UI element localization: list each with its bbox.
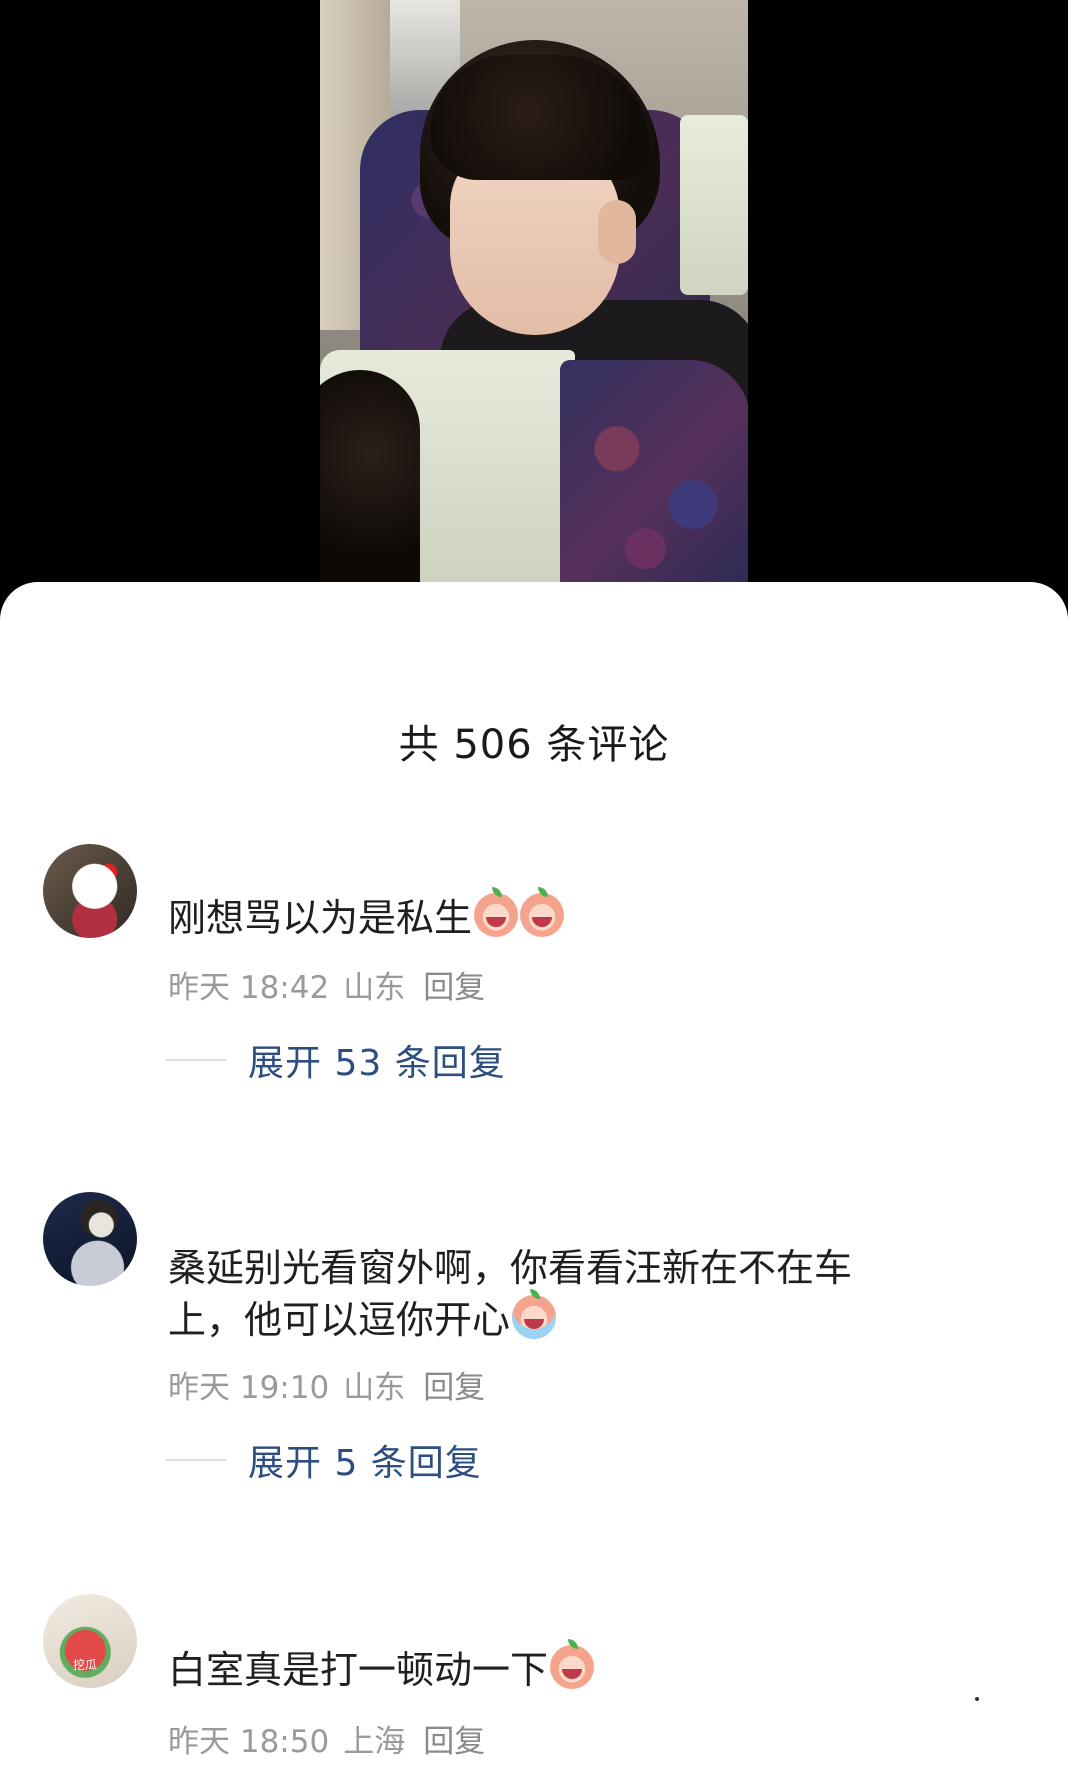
crying-peach-emoji xyxy=(520,887,565,937)
comment-body-line-2: 上，他可以逗你开心 xyxy=(168,1289,948,1346)
expand-replies-button[interactable]: 展开 53 条回复 xyxy=(166,1034,506,1086)
video-player[interactable] xyxy=(0,0,1068,600)
angry-peach-emoji xyxy=(550,1639,595,1689)
comment-location: 山东 xyxy=(343,970,406,1006)
comment-text: 白室真是打一顿动一下 xyxy=(168,1639,948,1696)
reply-button[interactable]: 回复 xyxy=(423,1370,485,1406)
comment-body: 刚想骂以为是私生 xyxy=(168,896,473,940)
reply-button[interactable]: 回复 xyxy=(423,1724,485,1760)
comment-time: 昨天 19:10 xyxy=(168,1370,330,1406)
comment-location: 山东 xyxy=(343,1370,406,1406)
person-ear xyxy=(598,200,636,264)
comment-time: 昨天 18:42 xyxy=(168,970,330,1006)
comment-sheet: 共 506 条评论 刚想骂以为是私生 昨天 18:42 山东 回复 展开 53 条回… xyxy=(0,582,1068,1775)
foreground-passenger-head xyxy=(320,370,420,582)
expand-replies-label[interactable]: 展开 5 条回复 xyxy=(248,1434,482,1486)
expand-divider-line xyxy=(166,1059,226,1061)
comment-body-line-1: 桑延别光看窗外啊，你看看汪新在不在车 xyxy=(168,1246,853,1290)
expand-replies-label[interactable]: 展开 53 条回复 xyxy=(248,1034,506,1086)
scroll-indicator xyxy=(975,1697,979,1701)
avatar[interactable]: 挖瓜 xyxy=(43,1594,137,1688)
seat-headrest-cover xyxy=(680,115,748,295)
comment-text: 刚想骂以为是私生 xyxy=(168,887,948,944)
video-frame[interactable] xyxy=(320,0,748,582)
avatar[interactable] xyxy=(43,1192,137,1286)
reply-button[interactable]: 回复 xyxy=(423,970,485,1006)
front-seat-fabric xyxy=(560,360,748,582)
comment-meta: 昨天 18:50 上海 回复 xyxy=(168,1716,499,1761)
comment-meta: 昨天 18:42 山东 回复 xyxy=(168,962,499,1007)
avatar[interactable] xyxy=(43,844,137,938)
comment-time: 昨天 18:50 xyxy=(168,1724,330,1760)
expand-divider-line xyxy=(166,1459,226,1461)
comment-text: 桑延别光看窗外啊，你看看汪新在不在车 上，他可以逗你开心 xyxy=(168,1242,948,1346)
expand-replies-button[interactable]: 展开 5 条回复 xyxy=(166,1434,482,1486)
comments-count-title: 共 506 条评论 xyxy=(398,722,670,768)
avatar-watermark: 挖瓜 xyxy=(73,1658,98,1672)
comment-meta: 昨天 19:10 山东 回复 xyxy=(168,1362,499,1407)
tearful-peach-emoji xyxy=(512,1289,557,1339)
comment-body: 上，他可以逗你开心 xyxy=(168,1298,511,1342)
crying-peach-emoji xyxy=(474,887,519,937)
comment-body: 白室真是打一顿动一下 xyxy=(168,1648,549,1692)
comment-location: 上海 xyxy=(343,1724,406,1760)
